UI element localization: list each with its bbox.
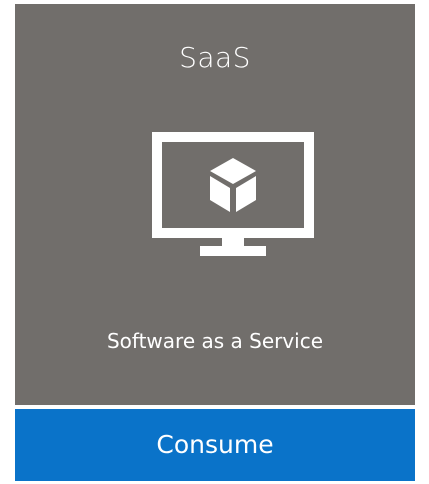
card-subtitle: Software as a Service (106, 329, 324, 353)
monitor-with-cube-icon (152, 132, 314, 262)
card-title: SaaS (179, 41, 251, 74)
consume-button[interactable]: Consume (15, 409, 415, 481)
saas-card: SaaS Software as a Service (15, 4, 415, 405)
